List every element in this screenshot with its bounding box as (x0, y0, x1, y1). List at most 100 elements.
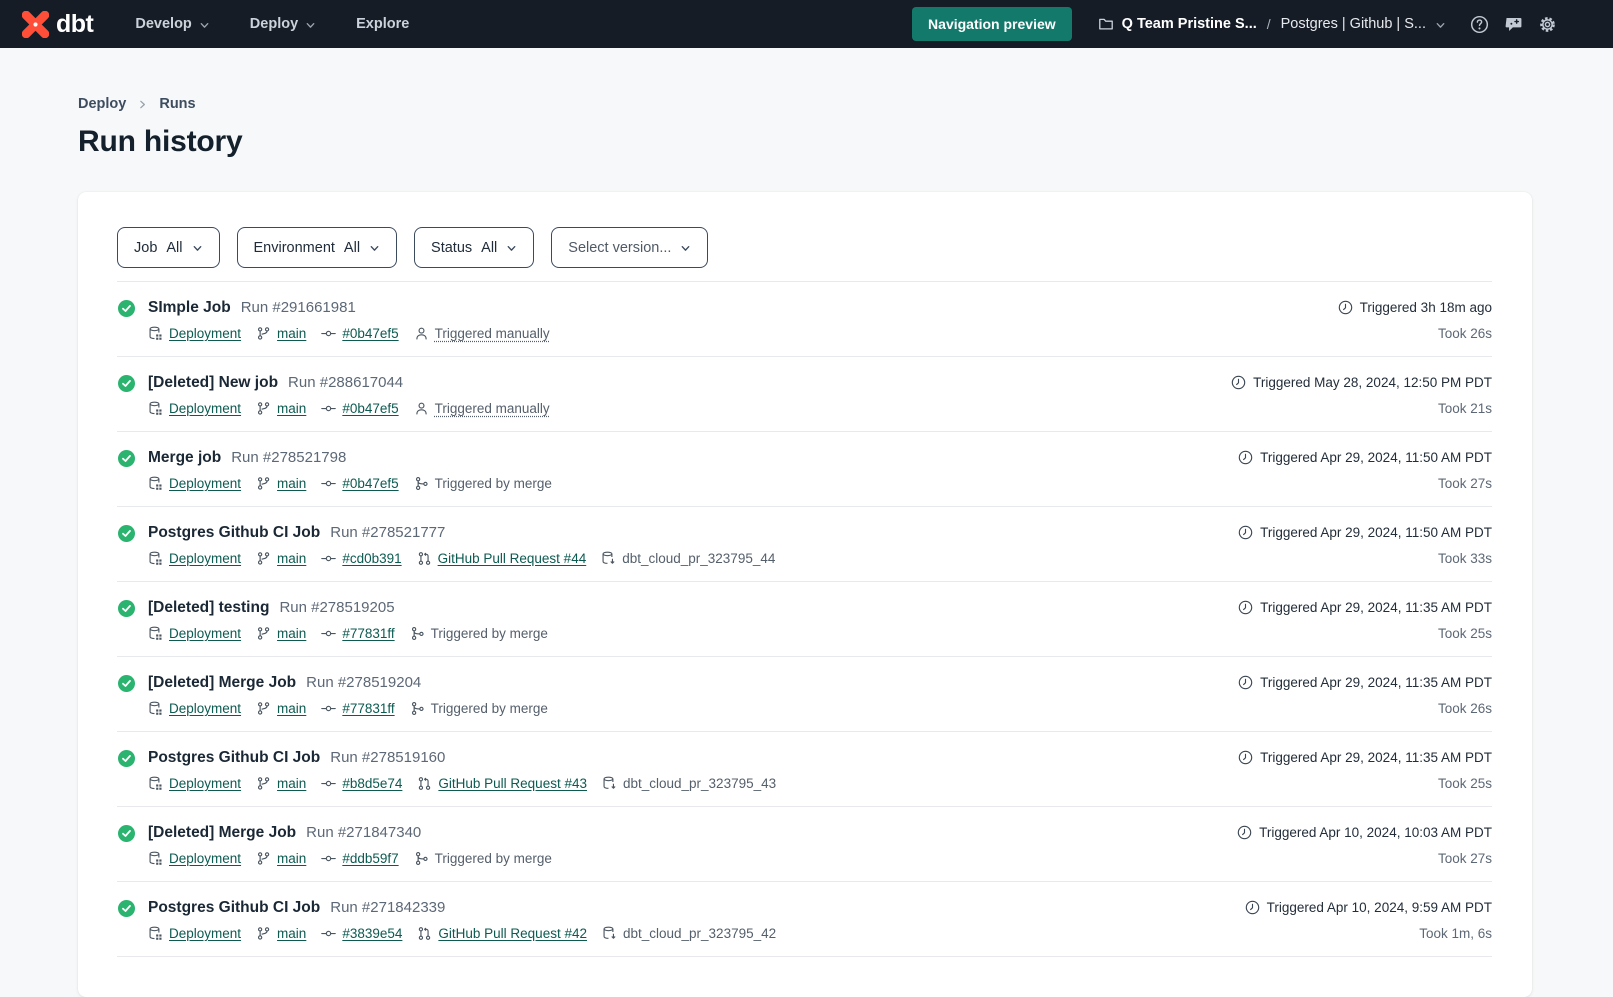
job-name[interactable]: [Deleted] New job (148, 374, 278, 392)
commit-link[interactable]: #cd0b391 (342, 551, 401, 566)
environment-link[interactable]: Deployment (169, 626, 241, 641)
pull-request-link[interactable]: GitHub Pull Request #44 (438, 551, 587, 566)
job-name[interactable]: [Deleted] Merge Job (148, 674, 296, 692)
nav-menu-explore-label: Explore (356, 16, 409, 32)
environment-link[interactable]: Deployment (169, 851, 241, 866)
run-row[interactable]: [Deleted] testing Run #278519205 Deploym… (117, 582, 1492, 657)
job-name[interactable]: Postgres Github CI Job (148, 524, 320, 542)
pull-request-icon (417, 551, 432, 566)
run-number: Run #271842339 (330, 899, 445, 916)
commit-link[interactable]: #77831ff (342, 626, 394, 641)
environment-filter[interactable]: Environment All (237, 227, 398, 268)
pull-request-link[interactable]: GitHub Pull Request #43 (438, 776, 587, 791)
nav-icon-group (1470, 15, 1557, 34)
help-button[interactable] (1470, 15, 1489, 34)
environment-icon (148, 401, 163, 416)
environment-filter-value: All (344, 240, 360, 256)
nav-menu-develop-label: Develop (135, 16, 191, 32)
job-name[interactable]: Merge job (148, 449, 221, 467)
run-title-line: Postgres Github CI Job Run #278519160 (148, 749, 1238, 767)
environment-link[interactable]: Deployment (169, 926, 241, 941)
breadcrumb-deploy[interactable]: Deploy (78, 96, 126, 112)
run-row[interactable]: [Deleted] Merge Job Run #271847340 Deplo… (117, 807, 1492, 882)
pull-request-icon (417, 776, 432, 791)
run-row[interactable]: [Deleted] Merge Job Run #278519204 Deplo… (117, 657, 1492, 732)
branch-link[interactable]: main (277, 401, 306, 416)
triggered-line: Triggered Apr 10, 2024, 9:59 AM PDT (1245, 900, 1492, 915)
environment-link[interactable]: Deployment (169, 476, 241, 491)
commit-link[interactable]: #b8d5e74 (342, 776, 402, 791)
run-row[interactable]: Postgres Github CI Job Run #271842339 De… (117, 882, 1492, 957)
settings-button[interactable] (1538, 15, 1557, 34)
chevron-down-icon (680, 243, 691, 254)
trigger-label: Triggered by merge (431, 701, 548, 716)
run-row[interactable]: Postgres Github CI Job Run #278521777 De… (117, 507, 1492, 582)
nav-menu-deploy-label: Deploy (250, 16, 298, 32)
run-row[interactable]: Postgres Github CI Job Run #278519160 De… (117, 732, 1492, 807)
schema-item: dbt_cloud_pr_323795_44 (601, 551, 775, 566)
branch-link[interactable]: main (277, 701, 306, 716)
status-filter[interactable]: Status All (414, 227, 534, 268)
commit-link[interactable]: #0b47ef5 (342, 476, 398, 491)
breadcrumb-runs[interactable]: Runs (159, 96, 195, 112)
run-main: Postgres Github CI Job Run #271842339 De… (148, 899, 1245, 941)
environment-link[interactable]: Deployment (169, 776, 241, 791)
environment-icon (148, 701, 163, 716)
run-title-line: [Deleted] Merge Job Run #278519204 (148, 674, 1238, 692)
environment-link[interactable]: Deployment (169, 326, 241, 341)
pull-request-link[interactable]: GitHub Pull Request #42 (438, 926, 587, 941)
branch-link[interactable]: main (277, 776, 306, 791)
clock-icon (1231, 375, 1246, 390)
run-main: [Deleted] New job Run #288617044 Deploym… (148, 374, 1231, 416)
job-name[interactable]: [Deleted] testing (148, 599, 269, 617)
clock-icon (1238, 450, 1253, 465)
clock-icon (1238, 675, 1253, 690)
commit-link[interactable]: #77831ff (342, 701, 394, 716)
job-name[interactable]: [Deleted] Merge Job (148, 824, 296, 842)
run-duration: Took 25s (1238, 626, 1492, 641)
feedback-button[interactable] (1504, 15, 1523, 34)
run-number: Run #278519205 (279, 599, 394, 616)
environment-item: Deployment (148, 476, 241, 491)
environment-link[interactable]: Deployment (169, 551, 241, 566)
navigation-preview-button[interactable]: Navigation preview (912, 7, 1072, 41)
branch-link[interactable]: main (277, 926, 306, 941)
branch-link[interactable]: main (277, 476, 306, 491)
branch-link[interactable]: main (277, 326, 306, 341)
run-main: Postgres Github CI Job Run #278521777 De… (148, 524, 1238, 566)
environment-link[interactable]: Deployment (169, 401, 241, 416)
commit-item: #3839e54 (321, 926, 402, 941)
commit-link[interactable]: #0b47ef5 (342, 401, 398, 416)
job-name[interactable]: Postgres Github CI Job (148, 899, 320, 917)
run-row[interactable]: Merge job Run #278521798 Deployment main… (117, 432, 1492, 507)
job-filter[interactable]: Job All (117, 227, 220, 268)
branch-icon (256, 401, 271, 416)
branch-link[interactable]: main (277, 626, 306, 641)
run-success-icon (118, 900, 135, 917)
job-name[interactable]: SImple Job (148, 299, 231, 317)
run-row[interactable]: [Deleted] New job Run #288617044 Deploym… (117, 357, 1492, 432)
commit-item: #77831ff (321, 701, 394, 716)
commit-icon (321, 476, 336, 491)
version-filter[interactable]: Select version... (551, 227, 708, 268)
nav-menu-develop[interactable]: Develop (135, 16, 209, 32)
run-meta: Deployment main #ddb59f7 Triggered by me… (148, 851, 1237, 866)
project-selector[interactable]: Q Team Pristine S... / Postgres | Github… (1098, 16, 1446, 32)
nav-menu-deploy[interactable]: Deploy (250, 16, 316, 32)
nav-menu-explore[interactable]: Explore (356, 16, 409, 32)
clock-icon (1338, 300, 1353, 315)
branch-link[interactable]: main (277, 851, 306, 866)
job-filter-value: All (166, 240, 182, 256)
run-right: Triggered May 28, 2024, 12:50 PM PDT Too… (1231, 374, 1492, 416)
commit-link[interactable]: #ddb59f7 (342, 851, 398, 866)
commit-link[interactable]: #0b47ef5 (342, 326, 398, 341)
run-row[interactable]: SImple Job Run #291661981 Deployment mai… (117, 282, 1492, 357)
dbt-logo[interactable]: dbt (22, 10, 93, 39)
page-title: Run history (78, 125, 1613, 159)
environment-item: Deployment (148, 626, 241, 641)
job-name[interactable]: Postgres Github CI Job (148, 749, 320, 767)
triggered-line: Triggered Apr 29, 2024, 11:50 AM PDT (1238, 450, 1492, 465)
environment-link[interactable]: Deployment (169, 701, 241, 716)
branch-link[interactable]: main (277, 551, 306, 566)
commit-link[interactable]: #3839e54 (342, 926, 402, 941)
